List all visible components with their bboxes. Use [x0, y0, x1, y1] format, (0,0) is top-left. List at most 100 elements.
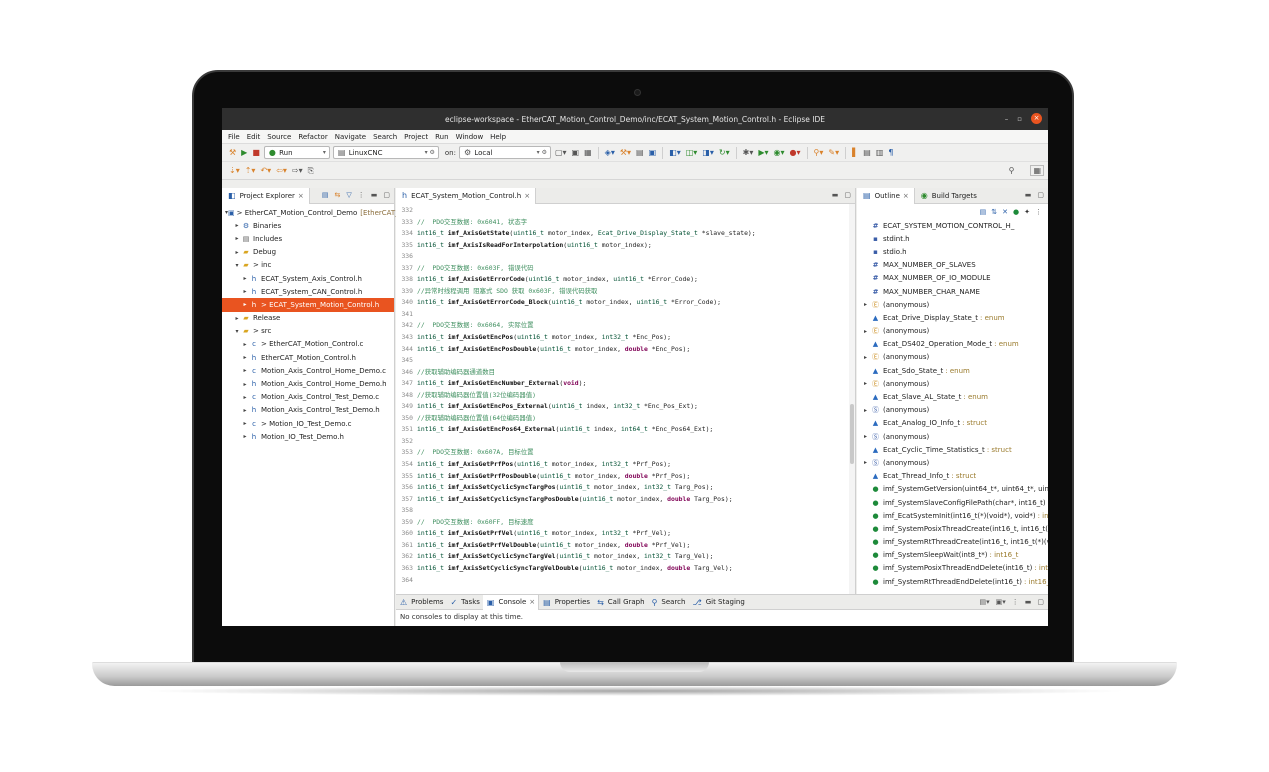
minimize-view-icon[interactable]: ▬ — [832, 191, 839, 199]
mark-occurrences-icon[interactable]: ▌ — [851, 148, 859, 157]
perspective-icon[interactable]: ▦ — [1030, 165, 1044, 176]
close-tab-icon[interactable]: × — [529, 598, 535, 606]
collapsed-arrow-icon[interactable]: ▸ — [241, 367, 249, 374]
code-line[interactable]: 353 // PDO交互数据: 0x607A, 目标位置 — [396, 447, 855, 459]
tree-item[interactable]: ▸ h ECAT_System_CAN_Control.h — [222, 285, 394, 298]
last-edit-icon[interactable]: ↶▾ — [259, 166, 272, 175]
close-tab-icon[interactable]: × — [298, 192, 304, 200]
tree-item[interactable]: ▾ ▰ > src — [222, 325, 394, 338]
outline-item[interactable]: ▲ Ecat_DS402_Operation_Mode_t: enum — [857, 338, 1048, 351]
outline-item[interactable]: ● imf_SystemPosixThreadCreate(int16_t, in… — [857, 522, 1048, 535]
outline-item[interactable]: # ECAT_SYSTEM_MOTION_CONTROL_H_ — [857, 219, 1048, 232]
outline-item[interactable]: ▲ Ecat_Thread_Info_t: struct — [857, 470, 1048, 483]
menu-refactor[interactable]: Refactor — [298, 133, 327, 141]
sort-icon[interactable]: ⇅ — [991, 208, 997, 216]
code-line[interactable]: 343 int16_t imf_AxisGetEncPos(uint16_t mo… — [396, 332, 855, 344]
maximize-view-icon[interactable]: ▢ — [844, 191, 851, 199]
code-line[interactable]: 357 int16_t imf_AxisSetCyclicSyncTargPosD… — [396, 494, 855, 506]
tab-console[interactable]: ▣ Console × — [482, 594, 540, 610]
collapsed-arrow-icon[interactable]: ▸ — [241, 275, 249, 282]
code-line[interactable]: 350 //获取辅助编码器位置值(64位编码器值) — [396, 413, 855, 425]
search-tool-icon[interactable]: ⚲▾ — [813, 148, 825, 157]
launch-config-select[interactable]: ▤ LinuxCNC ▾ ⚙ — [332, 146, 439, 159]
code-line[interactable]: 360 int16_t imf_AxisGetPrfVel(uint16_t mo… — [396, 528, 855, 540]
collapsed-arrow-icon[interactable]: ▸ — [241, 288, 249, 295]
code-line[interactable]: 355 int16_t imf_AxisGetPrfPosDouble(uint1… — [396, 471, 855, 483]
display-console-icon[interactable]: ▤▾ — [979, 598, 989, 606]
outline-item[interactable]: ● imf_SystemSleepWait(int8_t*): int16_t — [857, 549, 1048, 562]
code-line[interactable]: 339 //异常时线程调用 阻塞式 SDO 获取 0x603F, 错误代码获取 — [396, 286, 855, 298]
outline-item[interactable]: ● imf_SystemSlaveConfigFilePath(char*, in… — [857, 496, 1048, 509]
close-tab-icon[interactable]: × — [524, 192, 530, 200]
tab-git-staging[interactable]: ⎇ Git Staging — [688, 595, 747, 610]
menu-edit[interactable]: Edit — [247, 133, 261, 141]
collapsed-arrow-icon[interactable]: ▸ — [861, 380, 870, 387]
view-menu-icon[interactable]: ⋮ — [1012, 598, 1019, 606]
code-line[interactable]: 364 — [396, 575, 855, 587]
debug-icon[interactable]: ✱▾ — [742, 148, 755, 157]
tab-build-targets[interactable]: ◉ Build Targets — [915, 188, 982, 204]
outline-item[interactable]: ▸ Ⓔ (anonymous) — [857, 351, 1048, 364]
back-icon[interactable]: ⇦▾ — [275, 166, 288, 175]
collapse-all-icon[interactable]: ▤ — [980, 208, 987, 216]
code-line[interactable]: 346 //获取辅助编码器通道数目 — [396, 367, 855, 379]
code-line[interactable]: 333 // PDO交互数据: 0x6041, 状态字 — [396, 217, 855, 229]
new-project-icon[interactable]: ◈▾ — [604, 148, 616, 157]
save-all-icon[interactable]: ▦ — [583, 148, 593, 157]
outline-item[interactable]: ● imf_SystemRtThreadEndDelete(int16_t): i… — [857, 575, 1048, 588]
pin-editor-icon[interactable]: ⎘ — [307, 166, 315, 176]
menu-file[interactable]: File — [228, 133, 240, 141]
code-area[interactable]: 332 333// PDO交互数据: 0x6041, 状态字 334 int16_t … — [396, 204, 855, 586]
collapsed-arrow-icon[interactable]: ▸ — [233, 315, 241, 322]
build-all-icon[interactable]: ⚒▾ — [619, 148, 632, 157]
outline-item[interactable]: ▲ Ecat_Slave_AL_State_t: enum — [857, 390, 1048, 403]
tree-item[interactable]: ▾ ▣ > EtherCAT_Motion_Control_Demo [EtherCA… — [222, 206, 414, 219]
hide-nonpublic-icon[interactable]: ✦ — [1024, 208, 1030, 216]
tab-editor-file[interactable]: h ECAT_System_Motion_Control.h × — [396, 187, 537, 204]
code-line[interactable]: 340 int16_t imf_AxisGetErrorCode_Block(ui… — [396, 297, 855, 309]
outline-item[interactable]: ● imf_SystemGetVersion(uint64_t*, uint64_… — [857, 483, 1048, 496]
tree-item[interactable]: ▸ h Motion_IO_Test_Demo.h — [222, 430, 394, 443]
tree-item[interactable]: ▾ ▰ > inc — [222, 259, 394, 272]
launch-mode-select[interactable]: ● Run ▾ — [263, 146, 330, 159]
collapsed-arrow-icon[interactable]: ▸ — [861, 433, 870, 440]
coverage-icon[interactable]: ◉▾ — [773, 148, 786, 157]
code-line[interactable]: 358 — [396, 505, 855, 517]
annotation-icon[interactable]: ✎▾ — [827, 148, 840, 157]
new-icon[interactable]: ▢▾ — [554, 148, 568, 157]
tree-item[interactable]: ▸ c Motion_Axis_Control_Home_Demo.c — [222, 364, 394, 377]
new-class-icon[interactable]: ◧▾ — [668, 148, 682, 157]
collapsed-arrow-icon[interactable]: ▸ — [861, 354, 870, 361]
link-editor-icon[interactable]: ⇆ — [334, 191, 340, 199]
code-line[interactable]: 362 int16_t imf_AxisSetCyclicSyncTargVel(… — [396, 551, 855, 563]
collapsed-arrow-icon[interactable]: ▸ — [233, 235, 241, 242]
expanded-arrow-icon[interactable]: ▾ — [233, 262, 241, 269]
hide-fields-icon[interactable]: ✕ — [1002, 208, 1008, 216]
maximize-view-icon[interactable]: ▢ — [1037, 191, 1044, 199]
forward-icon[interactable]: ⇨▾ — [291, 166, 304, 175]
tree-item[interactable]: ▸ c Motion_Axis_Control_Test_Demo.c — [222, 391, 394, 404]
tree-item[interactable]: ▸ h EtherCAT_Motion_Control.h — [222, 351, 394, 364]
outline-item[interactable]: ● imf_SystemPosixThreadEndDelete(int16_t)… — [857, 562, 1048, 575]
code-line[interactable]: 342 // PDO交互数据: 0x6064, 实际位置 — [396, 320, 855, 332]
collapsed-arrow-icon[interactable]: ▸ — [241, 301, 249, 308]
hide-static-icon[interactable]: ● — [1013, 208, 1019, 216]
outline-item[interactable]: # MAX_NUMBER_CHAR_NAME — [857, 285, 1048, 298]
outline-item[interactable]: ● imf_EcatSystemInit(int16_t(*)(void*), v… — [857, 509, 1048, 522]
code-line[interactable]: 352 — [396, 436, 855, 448]
collapsed-arrow-icon[interactable]: ▸ — [241, 420, 249, 427]
outline-item[interactable]: ● imf_SystemRtThreadCreate(int16_t, int16… — [857, 536, 1048, 549]
code-line[interactable]: 334 int16_t imf_AxisGetState(uint16_t mot… — [396, 228, 855, 240]
minimize-view-icon[interactable]: ▬ — [1025, 191, 1032, 199]
tree-item[interactable]: ▸ ▰ Release — [222, 312, 394, 325]
prev-annotation-icon[interactable]: ⇡▾ — [244, 166, 257, 175]
collapsed-arrow-icon[interactable]: ▸ — [241, 341, 249, 348]
code-line[interactable]: 363 int16_t imf_AxisSetCyclicSyncTargVelD… — [396, 563, 855, 575]
outline-item[interactable]: # MAX_NUMBER_OF_IO_MODULE — [857, 272, 1048, 285]
collapsed-arrow-icon[interactable]: ▸ — [861, 328, 870, 335]
code-line[interactable]: 336 — [396, 251, 855, 263]
code-line[interactable]: 349 int16_t imf_AxisGetEncPos_External(ui… — [396, 401, 855, 413]
scrollbar-thumb[interactable] — [850, 404, 854, 464]
build-icon[interactable]: ⚒ — [228, 148, 237, 157]
collapse-all-icon[interactable]: ▤ — [322, 191, 329, 199]
